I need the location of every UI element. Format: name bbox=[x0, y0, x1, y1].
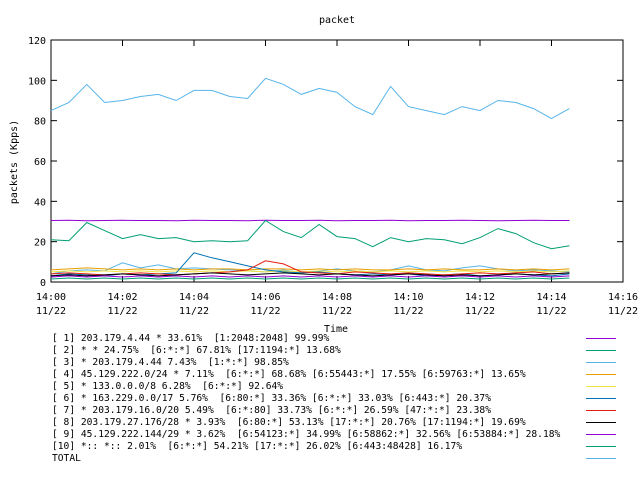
series-line-11 bbox=[50, 77, 570, 120]
x-tick-time-label: 14:02 bbox=[107, 292, 137, 303]
y-tick-label: 60 bbox=[34, 157, 46, 168]
x-tick-date-label: 11/22 bbox=[36, 306, 66, 317]
x-tick-time-label: 14:08 bbox=[322, 292, 352, 303]
x-tick-date-label: 11/22 bbox=[322, 306, 352, 317]
y-tick-label: 100 bbox=[28, 76, 46, 87]
x-tick-time-label: 14:10 bbox=[393, 292, 423, 303]
x-tick-date-label: 11/22 bbox=[608, 306, 638, 317]
x-tick-date-label: 11/22 bbox=[179, 306, 209, 317]
series-line-10 bbox=[50, 277, 570, 280]
x-tick-time-label: 14:04 bbox=[179, 292, 209, 303]
y-tick-label: 0 bbox=[40, 278, 46, 289]
x-tick-date-label: 11/22 bbox=[393, 306, 423, 317]
x-tick-time-label: 14:06 bbox=[250, 292, 280, 303]
series-line-5 bbox=[50, 270, 570, 273]
axis-ticks: 0 20 40 60 80 100 120 14:00 11/22 14:02 11/22 14:04… bbox=[28, 36, 638, 317]
plot-frame bbox=[50, 39, 624, 283]
series-line-2 bbox=[50, 219, 570, 250]
y-tick-label: 20 bbox=[34, 238, 46, 249]
y-tick-label: 120 bbox=[28, 36, 46, 47]
series-line-9 bbox=[50, 275, 570, 278]
x-tick-time-label: 14:12 bbox=[465, 292, 495, 303]
x-tick-date-label: 11/22 bbox=[107, 306, 137, 317]
x-tick-date-label: 11/22 bbox=[250, 306, 280, 317]
x-tick-date-label: 11/22 bbox=[536, 306, 566, 317]
y-axis-label: packets (Kpps) bbox=[9, 120, 20, 204]
x-tick-time-label: 14:00 bbox=[36, 292, 66, 303]
x-axis-label: Time bbox=[324, 324, 348, 335]
x-tick-date-label: 11/22 bbox=[465, 306, 495, 317]
y-tick-label: 80 bbox=[34, 117, 46, 128]
x-tick-time-label: 14:14 bbox=[536, 292, 566, 303]
packet-chart: packet packets (Kpps) Time 0 20 40 60 80 100 1… bbox=[9, 15, 638, 335]
x-tick-time-label: 14:16 bbox=[608, 292, 638, 303]
series-lines bbox=[50, 77, 570, 280]
chart-title: packet bbox=[319, 15, 355, 26]
y-tick-label: 40 bbox=[34, 197, 46, 208]
